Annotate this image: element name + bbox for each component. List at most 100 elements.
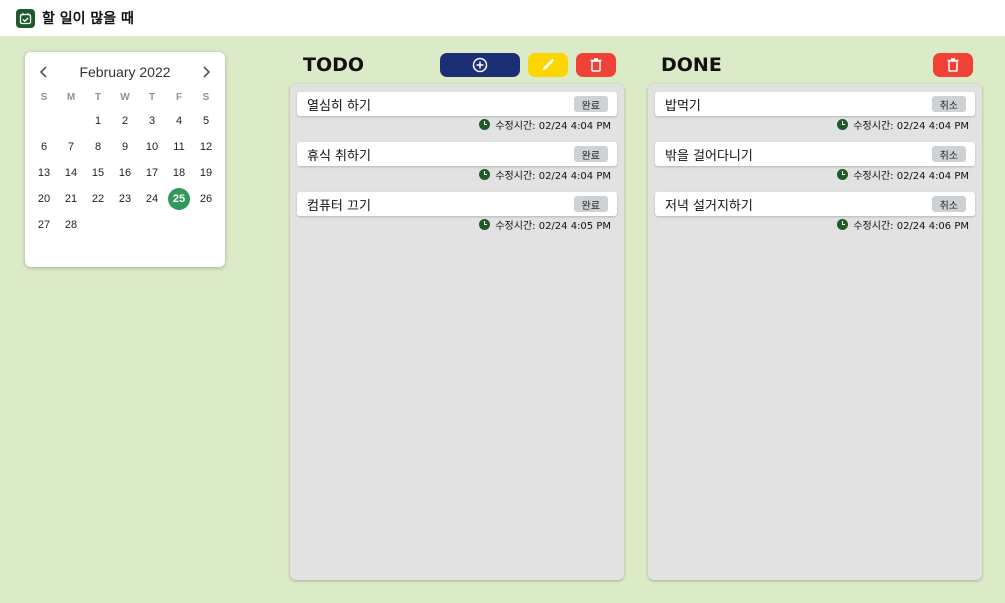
calendar-check-icon (16, 8, 35, 28)
pencil-icon (543, 58, 555, 70)
task-time-text: 수정시간: 02/24 4:06 PM (853, 221, 969, 232)
complete-button[interactable]: 완료 (573, 96, 608, 112)
calendar-day[interactable]: 16 (112, 160, 139, 186)
trash-icon (590, 58, 602, 72)
calendar-day[interactable]: 8 (85, 134, 112, 160)
task-text: 밥먹기 (665, 98, 701, 114)
calendar-day[interactable]: 12 (193, 134, 220, 160)
calendar-day-number: 3 (148, 115, 156, 127)
done-title: DONE (661, 54, 722, 76)
task-time-text: 수정시간: 02/24 4:04 PM (853, 121, 969, 132)
calendar-day[interactable]: 15 (85, 160, 112, 186)
weekday-label: W (120, 91, 130, 103)
calendar-day[interactable]: 18 (166, 160, 193, 186)
done-item: 밥먹기 취소수정시간: 02/24 4:04 PM (655, 92, 975, 133)
task-card[interactable]: 밥먹기 취소 (655, 92, 975, 116)
calendar-day[interactable]: 9 (112, 134, 139, 160)
todo-item: 컴퓨터 끄기 완료수정시간: 02/24 4:05 PM (297, 192, 617, 233)
task-time-text: 수정시간: 02/24 4:05 PM (495, 221, 611, 232)
calendar-day[interactable]: 27 (31, 212, 58, 238)
calendar-day-number: 24 (145, 193, 159, 205)
calendar-day[interactable]: 23 (112, 186, 139, 212)
app-header: 할 일이 많을 때 (0, 0, 1005, 36)
chevron-left-icon[interactable] (37, 65, 51, 79)
task-card[interactable]: 휴식 취하기 완료 (297, 142, 617, 166)
clock-icon (837, 119, 849, 130)
todo-delete-button[interactable] (576, 53, 616, 77)
calendar-day-number: 20 (37, 193, 51, 205)
calendar-day[interactable]: 1 (85, 108, 112, 134)
calendar-day[interactable]: 11 (166, 134, 193, 160)
task-timestamp: 수정시간: 02/24 4:04 PM (297, 166, 617, 183)
calendar-day-number: 16 (118, 167, 132, 179)
calendar-day[interactable]: 2 (112, 108, 139, 134)
task-time-text: 수정시간: 02/24 4:04 PM (495, 171, 611, 182)
calendar-empty-cell (58, 108, 85, 134)
task-timestamp: 수정시간: 02/24 4:04 PM (297, 116, 617, 133)
task-card[interactable]: 밖을 걸어다니기 취소 (655, 142, 975, 166)
task-card[interactable]: 저녁 설거지하기 취소 (655, 192, 975, 216)
calendar-day-number: 13 (37, 167, 51, 179)
calendar-day-selected[interactable]: 25 (166, 186, 193, 212)
task-text: 컴퓨터 끄기 (307, 198, 371, 214)
calendar-day[interactable]: 3 (139, 108, 166, 134)
task-text: 열심히 하기 (307, 98, 371, 114)
done-item: 밖을 걸어다니기 취소 수정시간: 02/24 4:04 PM (655, 142, 975, 183)
calendar-day[interactable]: 6 (31, 134, 58, 160)
weekday-label: M (66, 91, 76, 103)
calendar: February 2022 S M T W T F S 1 2 3 4 5 6 7 8 9 10 11 12 13 14… (25, 52, 225, 267)
calendar-day[interactable]: 7 (58, 134, 85, 160)
calendar-day-number: 12 (199, 141, 213, 153)
calendar-day[interactable]: 17 (139, 160, 166, 186)
weekday-label: S (40, 91, 48, 103)
calendar-day[interactable]: 19 (193, 160, 220, 186)
add-button[interactable] (440, 53, 520, 77)
cancel-button[interactable]: 취소 (931, 196, 966, 212)
calendar-day[interactable]: 21 (58, 186, 85, 212)
calendar-day-number: 19 (199, 167, 213, 179)
todo-title: TODO (303, 54, 365, 76)
calendar-day-number: 27 (37, 219, 51, 231)
calendar-day[interactable]: 10 (139, 134, 166, 160)
calendar-day[interactable]: 26 (193, 186, 220, 212)
calendar-day-number: 10 (145, 141, 159, 153)
calendar-day[interactable]: 22 (85, 186, 112, 212)
task-card[interactable]: 컴퓨터 끄기 완료 (297, 192, 617, 216)
task-timestamp: 수정시간: 02/24 4:04 PM (655, 116, 975, 133)
task-text: 밖을 걸어다니기 (665, 148, 753, 164)
calendar-day-number: 4 (175, 115, 183, 127)
calendar-day-number: 21 (64, 193, 78, 205)
calendar-day-number: 7 (67, 141, 75, 153)
calendar-day[interactable]: 5 (193, 108, 220, 134)
calendar-day-number: 26 (199, 193, 213, 205)
calendar-grid: S M T W T F S 1 2 3 4 5 6 7 8 9 10 11 12 13 14 15 16 17 18 19 20 21… (31, 86, 219, 238)
calendar-day-number: 28 (64, 219, 78, 231)
complete-button[interactable]: 완료 (573, 146, 608, 162)
complete-button[interactable]: 완료 (573, 196, 608, 212)
calendar-day[interactable]: 14 (58, 160, 85, 186)
cancel-button[interactable]: 취소 (931, 96, 966, 112)
main-area: February 2022 S M T W T F S 1 2 3 4 5 6 7 8 9 10 11 12 13 14… (0, 36, 1005, 603)
done-item: 저녁 설거지하기 취소수정시간: 02/24 4:06 PM (655, 192, 975, 233)
done-list: 밥먹기 취소 수정시간: 02/24 4:04 PM 밖을 걸어다니기 취소 수정시간: … (655, 92, 975, 233)
calendar-day[interactable]: 24 (139, 186, 166, 212)
weekday-label: T (148, 91, 156, 103)
todo-list: 열심히 하기 완료 수정시간: 02/24 4:04 PM 휴식 취하기 완료 수정시간:… (297, 92, 617, 233)
calendar-day-number: 2 (121, 115, 129, 127)
chevron-right-icon[interactable] (199, 65, 213, 79)
calendar-day[interactable]: 28 (58, 212, 85, 238)
cancel-button[interactable]: 취소 (931, 146, 966, 162)
todo-panel: 열심히 하기 완료 수정시간: 02/24 4:04 PM 휴식 취하기 완료 수정시간:… (290, 84, 624, 580)
edit-button[interactable] (528, 53, 568, 77)
calendar-day[interactable]: 4 (166, 108, 193, 134)
calendar-day-number: 5 (202, 115, 210, 127)
calendar-day[interactable]: 13 (31, 160, 58, 186)
calendar-day[interactable]: 20 (31, 186, 58, 212)
calendar-month-label: February 2022 (79, 64, 171, 80)
todo-item: 휴식 취하기 완료수정시간: 02/24 4:04 PM (297, 142, 617, 183)
calendar-day-number: 14 (64, 167, 78, 179)
calendar-day-number: 8 (94, 141, 102, 153)
plus-circle-icon (472, 57, 488, 73)
done-delete-button[interactable] (933, 53, 973, 77)
task-card[interactable]: 열심히 하기 완료 (297, 92, 617, 116)
